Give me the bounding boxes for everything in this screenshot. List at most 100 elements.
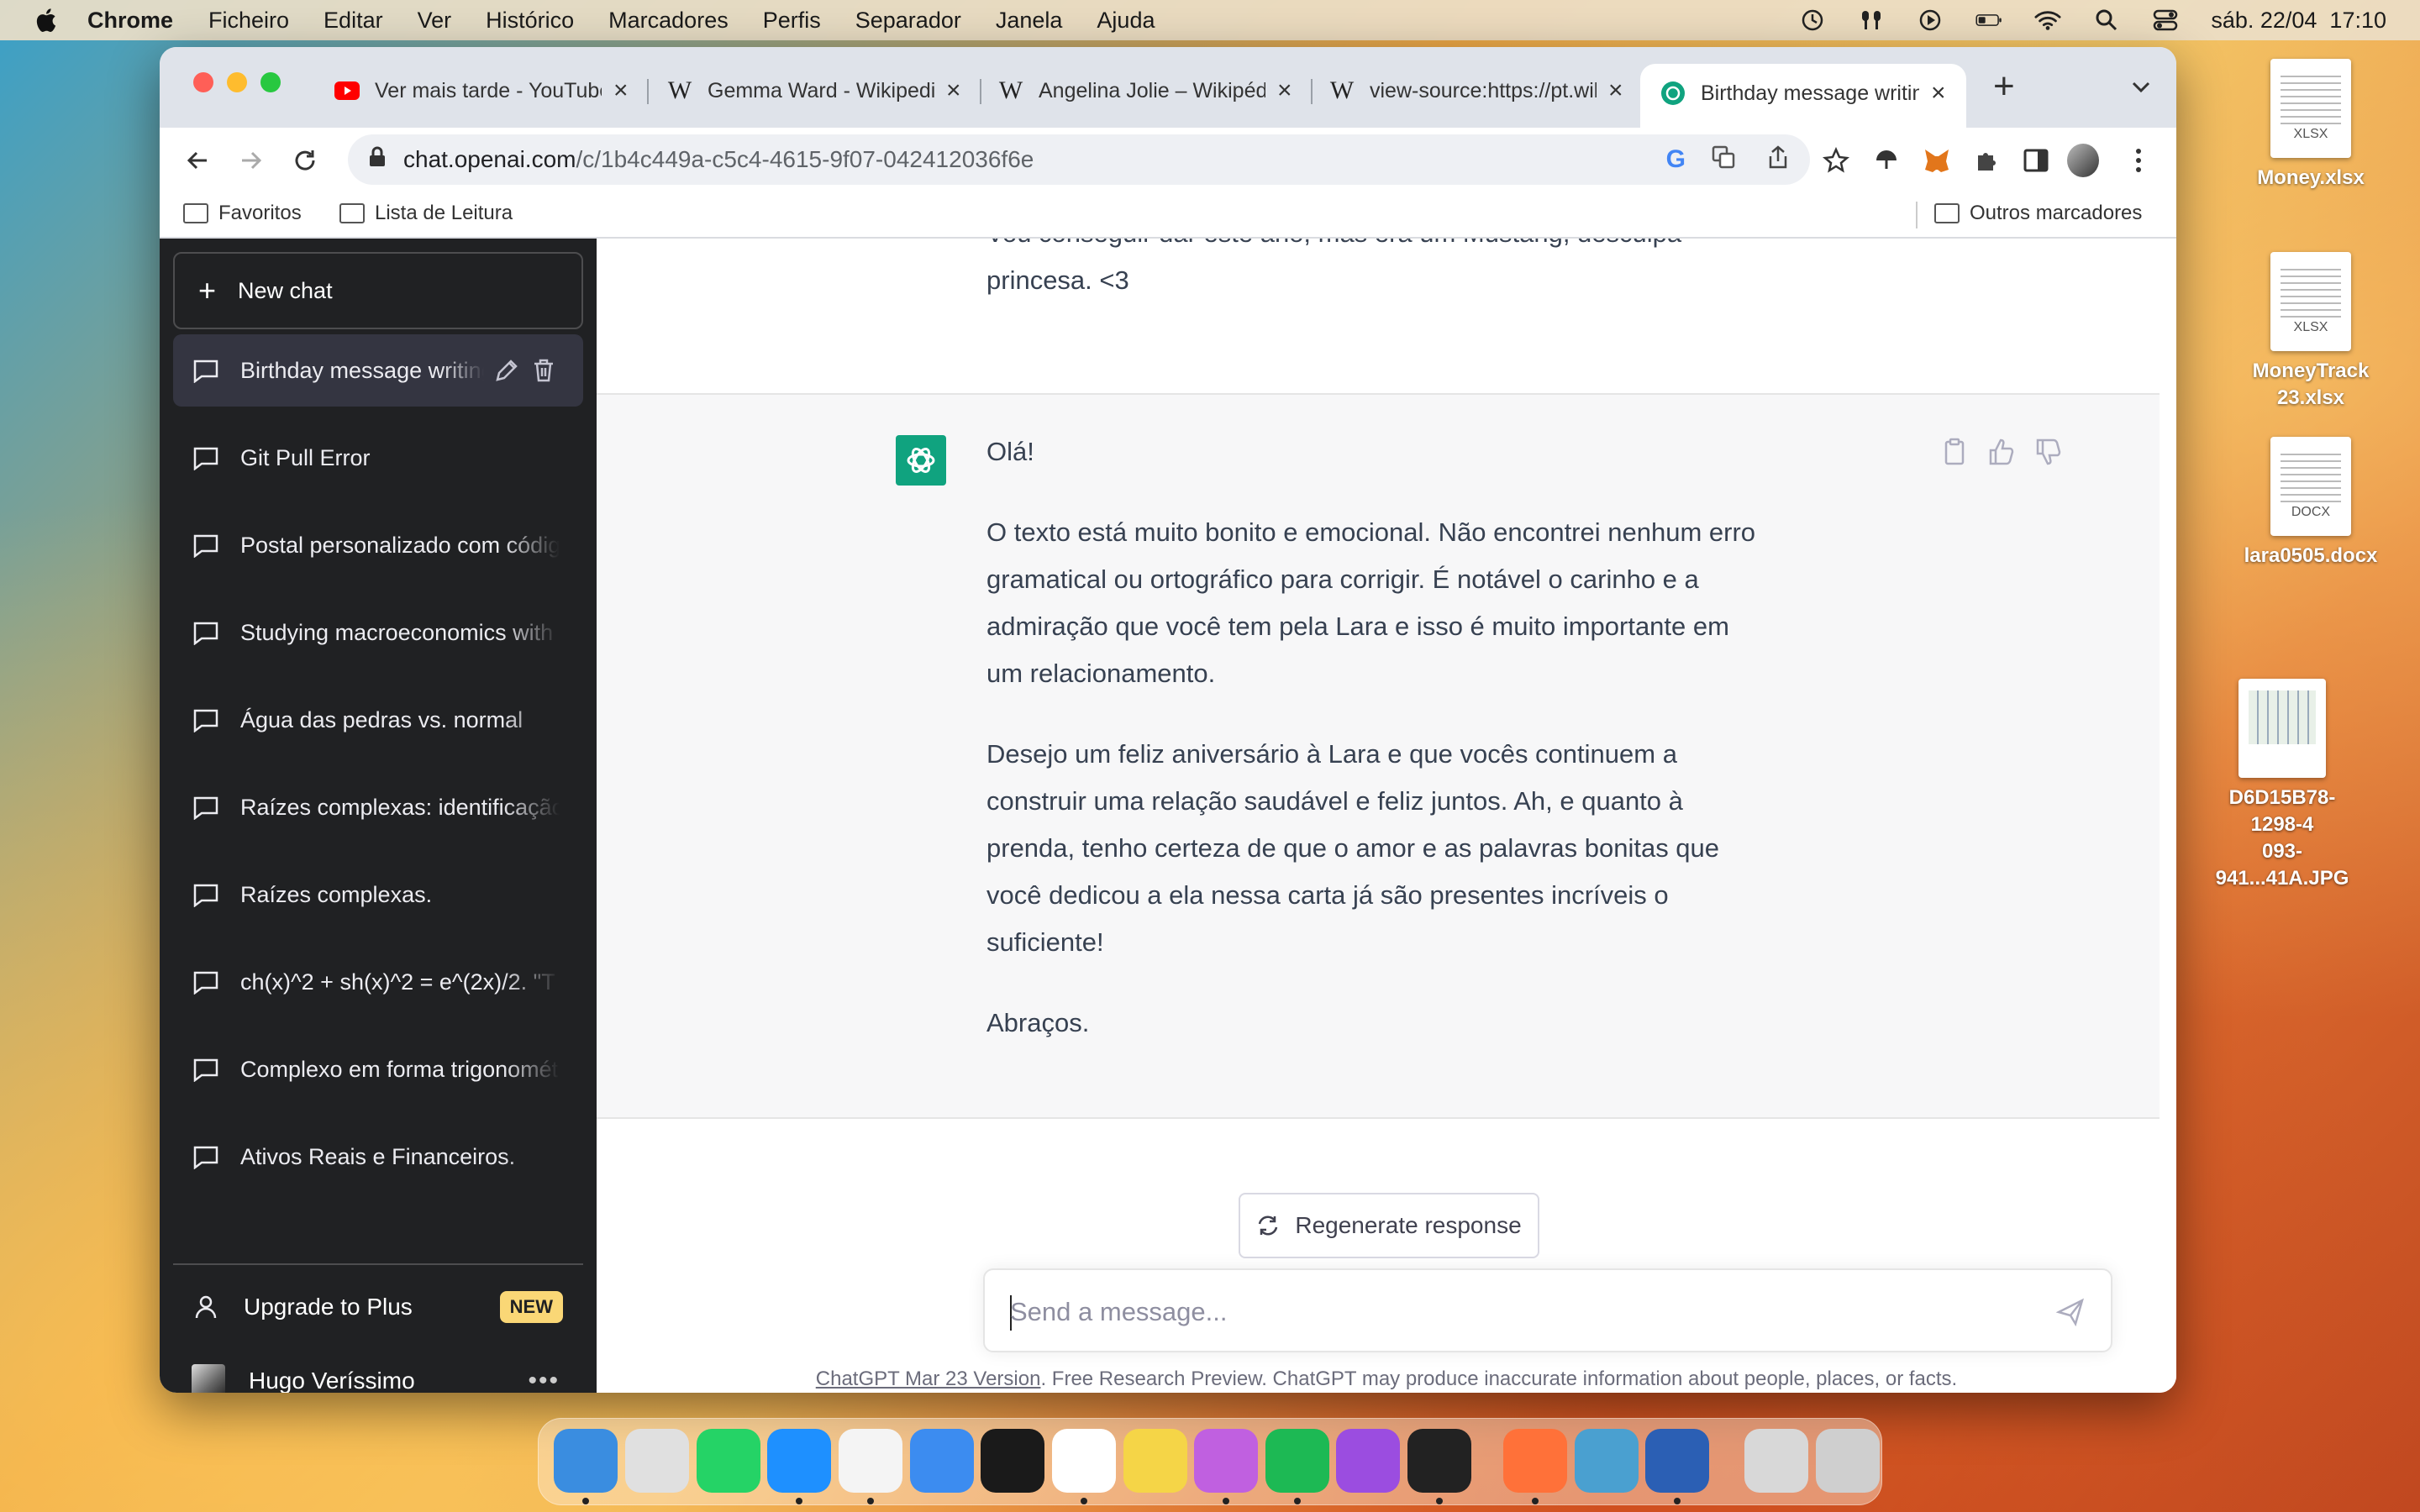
message-input[interactable] xyxy=(1010,1292,2018,1332)
send-icon[interactable] xyxy=(2055,1297,2086,1327)
menu-app-name[interactable]: Chrome xyxy=(87,8,173,34)
wifi-icon[interactable] xyxy=(2034,8,2061,32)
regenerate-response-button[interactable]: Regenerate response xyxy=(1239,1193,1539,1258)
chrome-icon[interactable] xyxy=(838,1429,902,1493)
sidebar-chat-item[interactable]: ch(x)^2 + sh(x)^2 = e^(2x)/2. "T xyxy=(173,946,583,1018)
apple-logo-icon[interactable] xyxy=(34,7,57,34)
sidebar-chat-item[interactable]: Birthday message writing xyxy=(173,334,583,407)
menu-ver[interactable]: Ver xyxy=(418,8,452,34)
chat-bubble-icon xyxy=(193,1058,218,1082)
airpods-icon[interactable] xyxy=(1858,8,1885,32)
menu-marcadores[interactable]: Marcadores xyxy=(608,8,729,34)
close-tab-icon[interactable]: × xyxy=(1608,76,1623,105)
extension-umbrella-icon[interactable] xyxy=(1870,144,1902,176)
forward-arrow-icon[interactable] xyxy=(235,144,267,176)
sidebar-chat-item[interactable]: Raízes complexas: identificação xyxy=(173,771,583,843)
trash-icon[interactable] xyxy=(529,356,558,385)
close-tab-icon[interactable]: × xyxy=(1277,76,1292,105)
sidebar-chat-item[interactable]: Água das pedras vs. normal xyxy=(173,684,583,756)
sidebar-chat-item[interactable]: Raízes complexas. xyxy=(173,858,583,931)
translate-icon[interactable] xyxy=(1711,144,1736,176)
menu-clock[interactable]: sáb. 22/04 17:10 xyxy=(2211,8,2386,34)
copy-clipboard-icon[interactable] xyxy=(1939,437,1970,467)
lock-icon[interactable] xyxy=(368,146,387,174)
finder-icon[interactable] xyxy=(554,1429,618,1493)
reload-icon[interactable] xyxy=(289,144,321,176)
play-icon[interactable] xyxy=(1917,8,1944,32)
notes-icon[interactable] xyxy=(1123,1429,1187,1493)
thumbs-down-icon[interactable] xyxy=(2033,437,2064,467)
google-icon[interactable]: G xyxy=(1666,145,1686,174)
tab-youtube[interactable]: Ver mais tarde - YouTube × xyxy=(334,67,629,114)
tab-gemma-ward[interactable]: W Gemma Ward - Wikipedia × xyxy=(667,67,961,114)
podcasts-icon[interactable] xyxy=(1336,1429,1401,1493)
desktop-file-money[interactable]: XLSX Money.xlsx xyxy=(2235,59,2386,192)
flower-app-icon[interactable] xyxy=(1194,1429,1259,1493)
menu-perfis[interactable]: Perfis xyxy=(763,8,821,34)
close-tab-icon[interactable]: × xyxy=(1931,79,1946,108)
terminal-icon[interactable] xyxy=(1407,1429,1472,1493)
reminders-icon[interactable] xyxy=(1051,1429,1116,1493)
spotify-icon[interactable] xyxy=(1265,1429,1329,1493)
sidebar-chat-item[interactable]: Studying macroeconomics with xyxy=(173,596,583,669)
menu-separador[interactable]: Separador xyxy=(855,8,961,34)
pencil-edit-icon[interactable] xyxy=(492,356,521,385)
close-tab-icon[interactable]: × xyxy=(946,76,961,105)
sidebar-chat-item[interactable]: Ativos Reais e Financeiros. xyxy=(173,1121,583,1193)
chat-title: Raízes complexas: identificação xyxy=(240,794,560,820)
close-window-button[interactable] xyxy=(193,72,213,92)
bookmark-lista-de-leitura[interactable]: Lista de Leitura xyxy=(339,202,513,225)
word-icon[interactable] xyxy=(1645,1429,1710,1493)
upgrade-to-plus-button[interactable]: Upgrade to Plus NEW xyxy=(173,1273,583,1341)
back-arrow-icon[interactable] xyxy=(182,144,213,176)
desktop-file-jpg[interactable]: D6D15B78-1298-4 093-941...41A.JPG xyxy=(2207,679,2358,892)
quicktime-icon[interactable] xyxy=(1574,1429,1639,1493)
time-machine-icon[interactable] xyxy=(1799,8,1826,32)
sidebar-chat-item[interactable]: Git Pull Error xyxy=(173,422,583,494)
tab-search-chevron-icon[interactable] xyxy=(2131,81,2151,98)
new-tab-button[interactable]: + xyxy=(1993,66,2015,108)
downloads-stack-icon[interactable] xyxy=(1744,1429,1809,1493)
share-icon[interactable] xyxy=(1766,144,1790,176)
new-chat-button[interactable]: + New chat xyxy=(173,252,583,329)
zoom-window-button[interactable] xyxy=(260,72,281,92)
firefox-icon[interactable] xyxy=(1503,1429,1568,1493)
ellipsis-icon[interactable]: ••• xyxy=(528,1367,560,1393)
bookmark-outros-marcadores[interactable]: Outros marcadores xyxy=(1934,202,2142,225)
safari-icon[interactable] xyxy=(767,1429,832,1493)
bookmark-star-icon[interactable] xyxy=(1820,144,1852,176)
bookmark-favoritos[interactable]: Favoritos xyxy=(183,202,302,225)
version-link[interactable]: ChatGPT Mar 23 Version xyxy=(816,1368,1041,1390)
binance-icon[interactable] xyxy=(981,1429,1045,1493)
trash-icon[interactable] xyxy=(1815,1429,1880,1493)
extensions-puzzle-icon[interactable] xyxy=(1971,144,2003,176)
sidebar-chat-item[interactable]: Complexo em forma trigonométrica xyxy=(173,1033,583,1105)
metamask-fox-icon[interactable] xyxy=(1921,144,1953,176)
spotlight-search-icon[interactable] xyxy=(2093,8,2120,32)
tab-birthday-message[interactable]: Birthday message writing × xyxy=(1640,64,1966,128)
tab-angelina-jolie[interactable]: W Angelina Jolie – Wikipédia × xyxy=(998,67,1292,114)
whatsapp-icon[interactable] xyxy=(696,1429,760,1493)
thumbs-up-icon[interactable] xyxy=(1986,437,2017,467)
menu-historico[interactable]: Histórico xyxy=(486,8,574,34)
profile-avatar[interactable] xyxy=(2067,144,2099,177)
mail-icon[interactable] xyxy=(909,1429,974,1493)
desktop-file-moneytrack[interactable]: XLSX MoneyTrack 23.xlsx xyxy=(2235,252,2386,412)
address-bar[interactable]: chat.openai.com/c/1b4c449a-c5c4-4615-9f0… xyxy=(348,134,1810,185)
close-tab-icon[interactable]: × xyxy=(613,76,629,105)
menu-janela[interactable]: Janela xyxy=(996,8,1063,34)
minimize-window-button[interactable] xyxy=(227,72,247,92)
desktop-file-lara[interactable]: DOCX lara0505.docx xyxy=(2235,437,2386,570)
launchpad-icon[interactable] xyxy=(625,1429,690,1493)
side-panel-icon[interactable] xyxy=(2020,144,2052,176)
tab-view-source[interactable]: W view-source:https://pt.wikipedia × xyxy=(1329,67,1623,114)
battery-icon[interactable] xyxy=(1975,8,2002,32)
image-file-icon xyxy=(2238,679,2326,778)
user-account-menu[interactable]: Hugo Veríssimo ••• xyxy=(173,1347,583,1393)
menu-editar[interactable]: Editar xyxy=(324,8,383,34)
menu-ajuda[interactable]: Ajuda xyxy=(1097,8,1155,34)
chrome-menu-icon[interactable] xyxy=(2123,144,2154,176)
sidebar-chat-item[interactable]: Postal personalizado com código xyxy=(173,509,583,581)
menu-ficheiro[interactable]: Ficheiro xyxy=(208,8,289,34)
control-center-icon[interactable] xyxy=(2152,8,2179,32)
